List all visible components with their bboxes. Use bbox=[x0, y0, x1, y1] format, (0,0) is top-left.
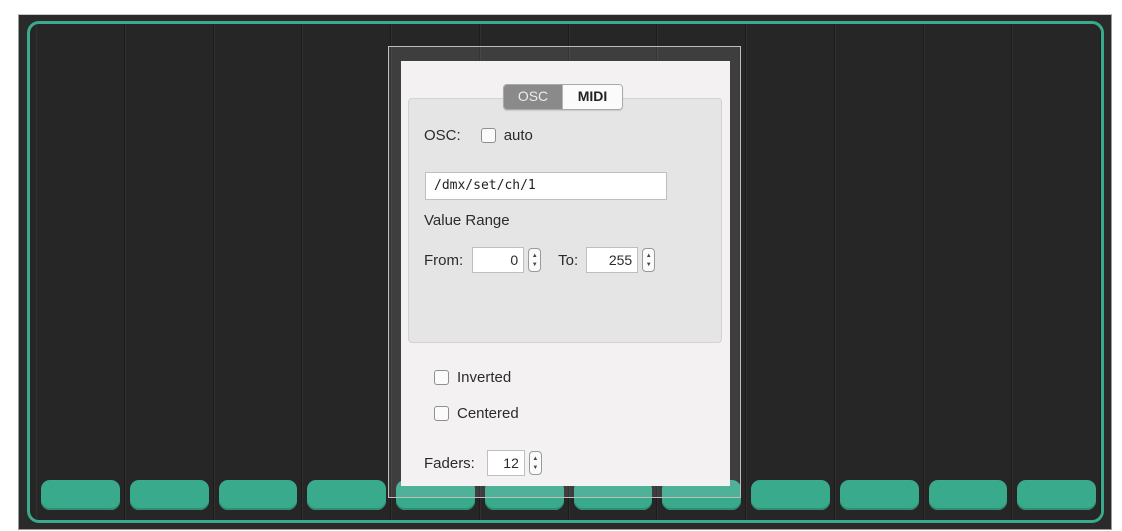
centered-row: Centered bbox=[434, 405, 519, 422]
from-input[interactable]: 0 bbox=[472, 247, 525, 273]
fader-3[interactable] bbox=[213, 24, 303, 520]
value-range-label: Value Range bbox=[424, 212, 510, 229]
value-range-heading: Value Range bbox=[424, 212, 510, 229]
stepper-arrows-icon[interactable]: ▲ ▼ bbox=[528, 248, 542, 272]
fader-handle[interactable] bbox=[218, 480, 298, 510]
to-label: To: bbox=[558, 251, 579, 269]
osc-label: OSC: bbox=[424, 127, 461, 144]
fader-handle[interactable] bbox=[1017, 480, 1096, 510]
faders-count-input[interactable]: 12 bbox=[486, 450, 525, 476]
stepper-arrows-icon[interactable]: ▲ ▼ bbox=[642, 248, 656, 272]
centered-checkbox[interactable] bbox=[434, 406, 449, 421]
fader-handle[interactable] bbox=[751, 480, 830, 510]
inverted-row: Inverted bbox=[434, 369, 511, 386]
inverted-checkbox[interactable] bbox=[434, 370, 449, 385]
fader-4[interactable] bbox=[302, 24, 391, 520]
fader-12[interactable] bbox=[1012, 24, 1101, 520]
auto-checkbox[interactable] bbox=[480, 128, 496, 143]
tab-osc[interactable]: OSC bbox=[504, 85, 562, 109]
fader-10[interactable] bbox=[834, 24, 924, 520]
fader-handle[interactable] bbox=[839, 480, 919, 510]
osc-settings-group: OSC: auto /dmx/set/ch/1 Value Range From… bbox=[408, 98, 722, 343]
fader-handle[interactable] bbox=[307, 480, 386, 510]
auto-label: auto bbox=[503, 127, 533, 144]
fader-2[interactable] bbox=[124, 24, 214, 520]
to-input[interactable]: 255 bbox=[586, 247, 639, 273]
faders-row: Faders: 12 ▲ ▼ bbox=[424, 450, 542, 476]
fader-9[interactable] bbox=[746, 24, 835, 520]
fader-handle[interactable] bbox=[928, 480, 1008, 510]
tab-midi[interactable]: MIDI bbox=[562, 85, 622, 109]
fader-1[interactable] bbox=[36, 24, 125, 520]
inverted-label: Inverted bbox=[457, 369, 512, 386]
osc-address-input[interactable]: /dmx/set/ch/1 bbox=[425, 172, 667, 200]
centered-label: Centered bbox=[457, 405, 519, 422]
range-row: From: 0 ▲ ▼ To: 255 ▲ ▼ bbox=[424, 247, 656, 273]
fader-handle[interactable] bbox=[41, 480, 120, 510]
fader-11[interactable] bbox=[923, 24, 1013, 520]
from-label: From: bbox=[424, 251, 464, 269]
osc-row: OSC: auto bbox=[424, 127, 533, 144]
faders-label: Faders: bbox=[424, 454, 475, 472]
stepper-arrows-icon[interactable]: ▲ ▼ bbox=[528, 451, 542, 475]
tab-bar: OSC MIDI bbox=[503, 84, 623, 110]
settings-dialog: OSC MIDI OSC: auto /dmx/set/ch/1 Value R… bbox=[401, 61, 730, 486]
fader-handle[interactable] bbox=[129, 480, 209, 510]
